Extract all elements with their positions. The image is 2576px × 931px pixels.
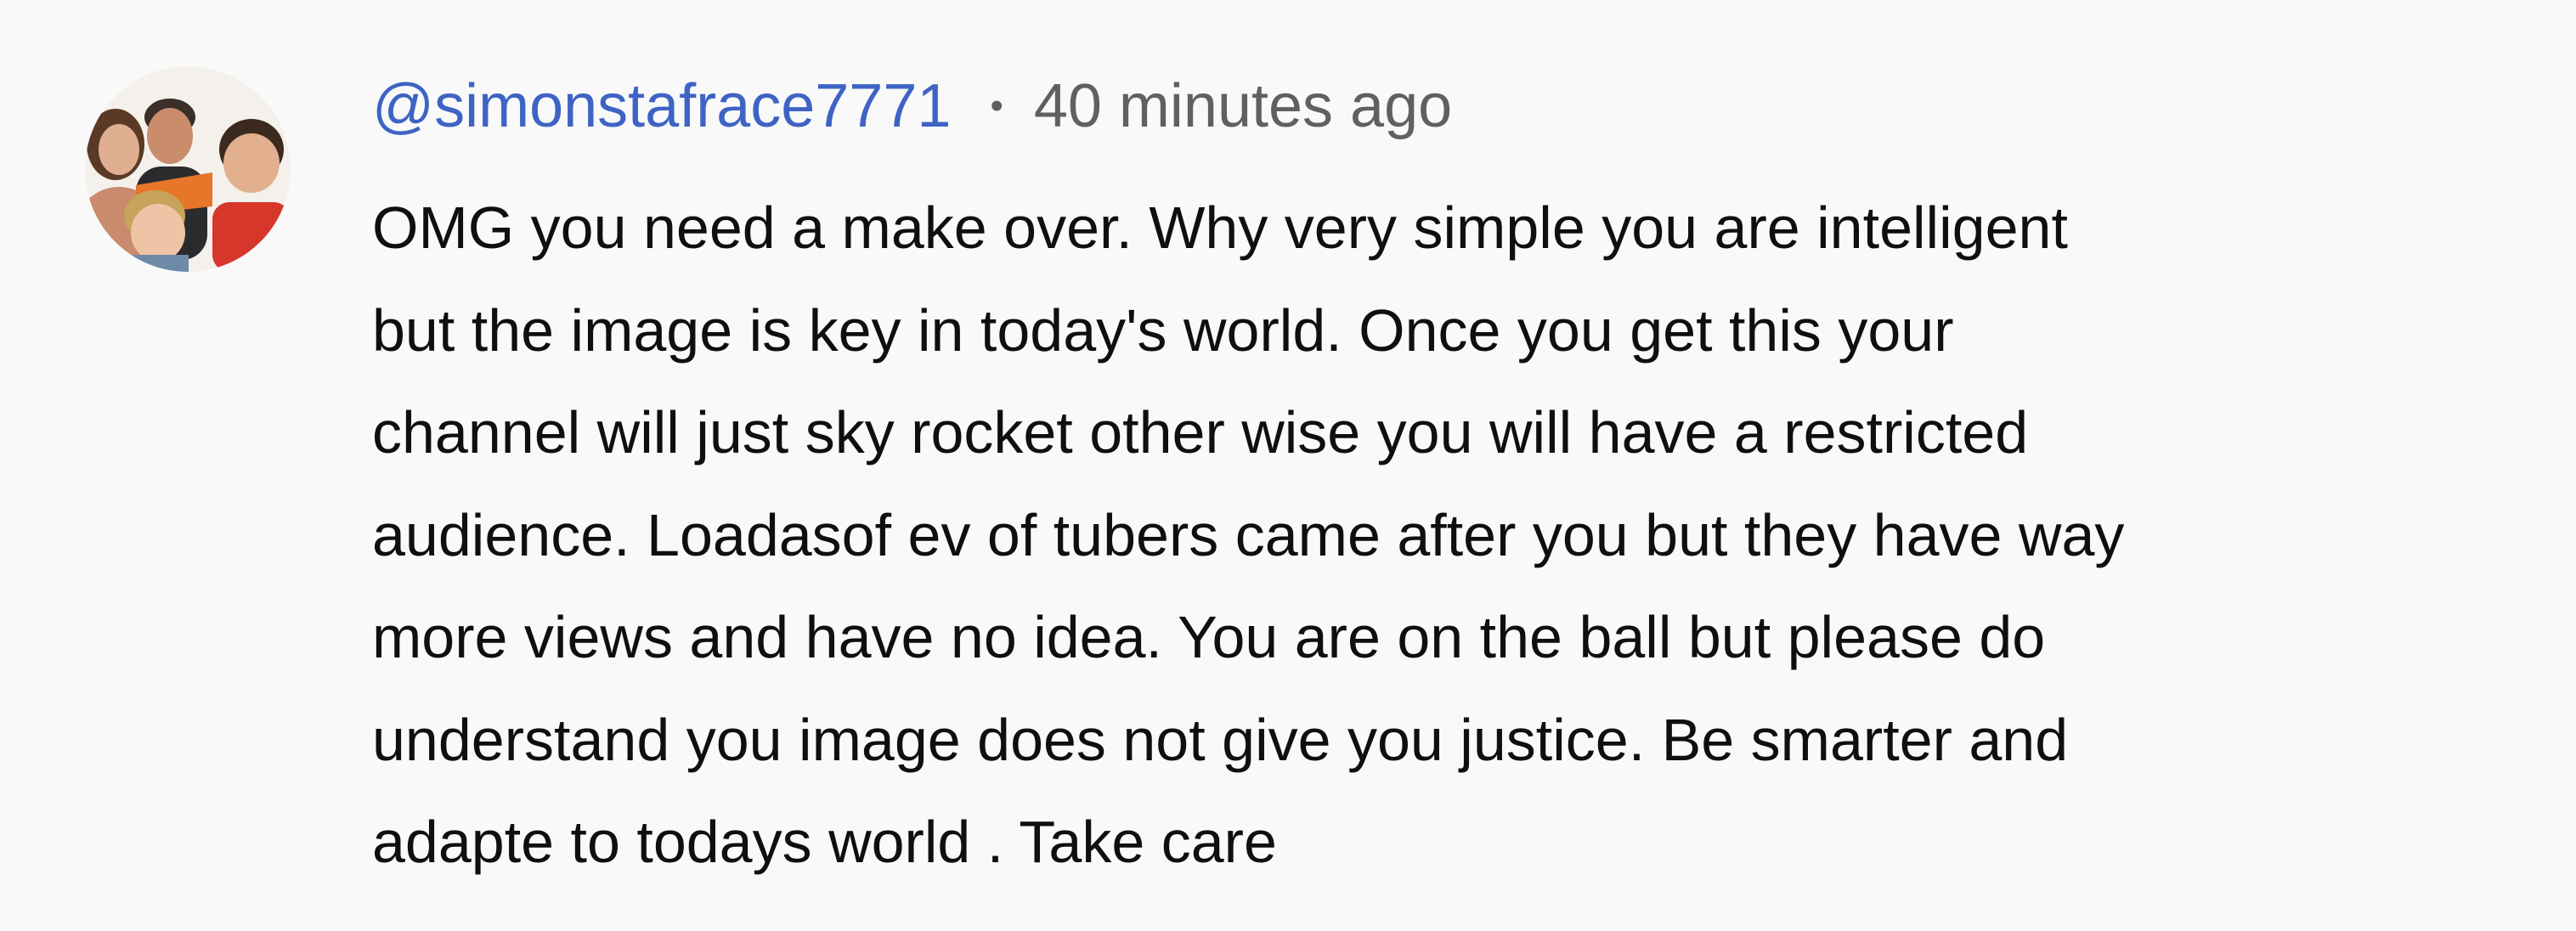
comment-text-line: adapte to todays world . Take care [372,809,1277,875]
comment-thread-item: @simonstafrace7771 • 40 minutes ago OMG … [0,0,2576,931]
comment-text-line: understand you image does not give you j… [372,706,2069,773]
avatar[interactable] [85,66,291,272]
comment-text-line: audience. Loadasof ev of tubers came aft… [372,501,2125,568]
comment-text-line: OMG you need a make over. Why very simpl… [372,195,2068,261]
separator-dot: • [990,85,1003,127]
comment-text-line: but the image is key in today's world. O… [372,296,1954,364]
avatar-photo [85,66,291,272]
comment-header: @simonstafrace7771 • 40 minutes ago [372,68,1452,144]
comment-text-line: more views and have no idea. You are on … [372,604,2046,670]
comment-text: OMG you need a make over. Why very simpl… [372,177,2462,894]
author-link[interactable]: @simonstafrace7771 [372,71,951,141]
comment-timestamp[interactable]: 40 minutes ago [1034,71,1452,141]
comment-text-line: channel will just sky rocket other wise … [372,399,2029,466]
